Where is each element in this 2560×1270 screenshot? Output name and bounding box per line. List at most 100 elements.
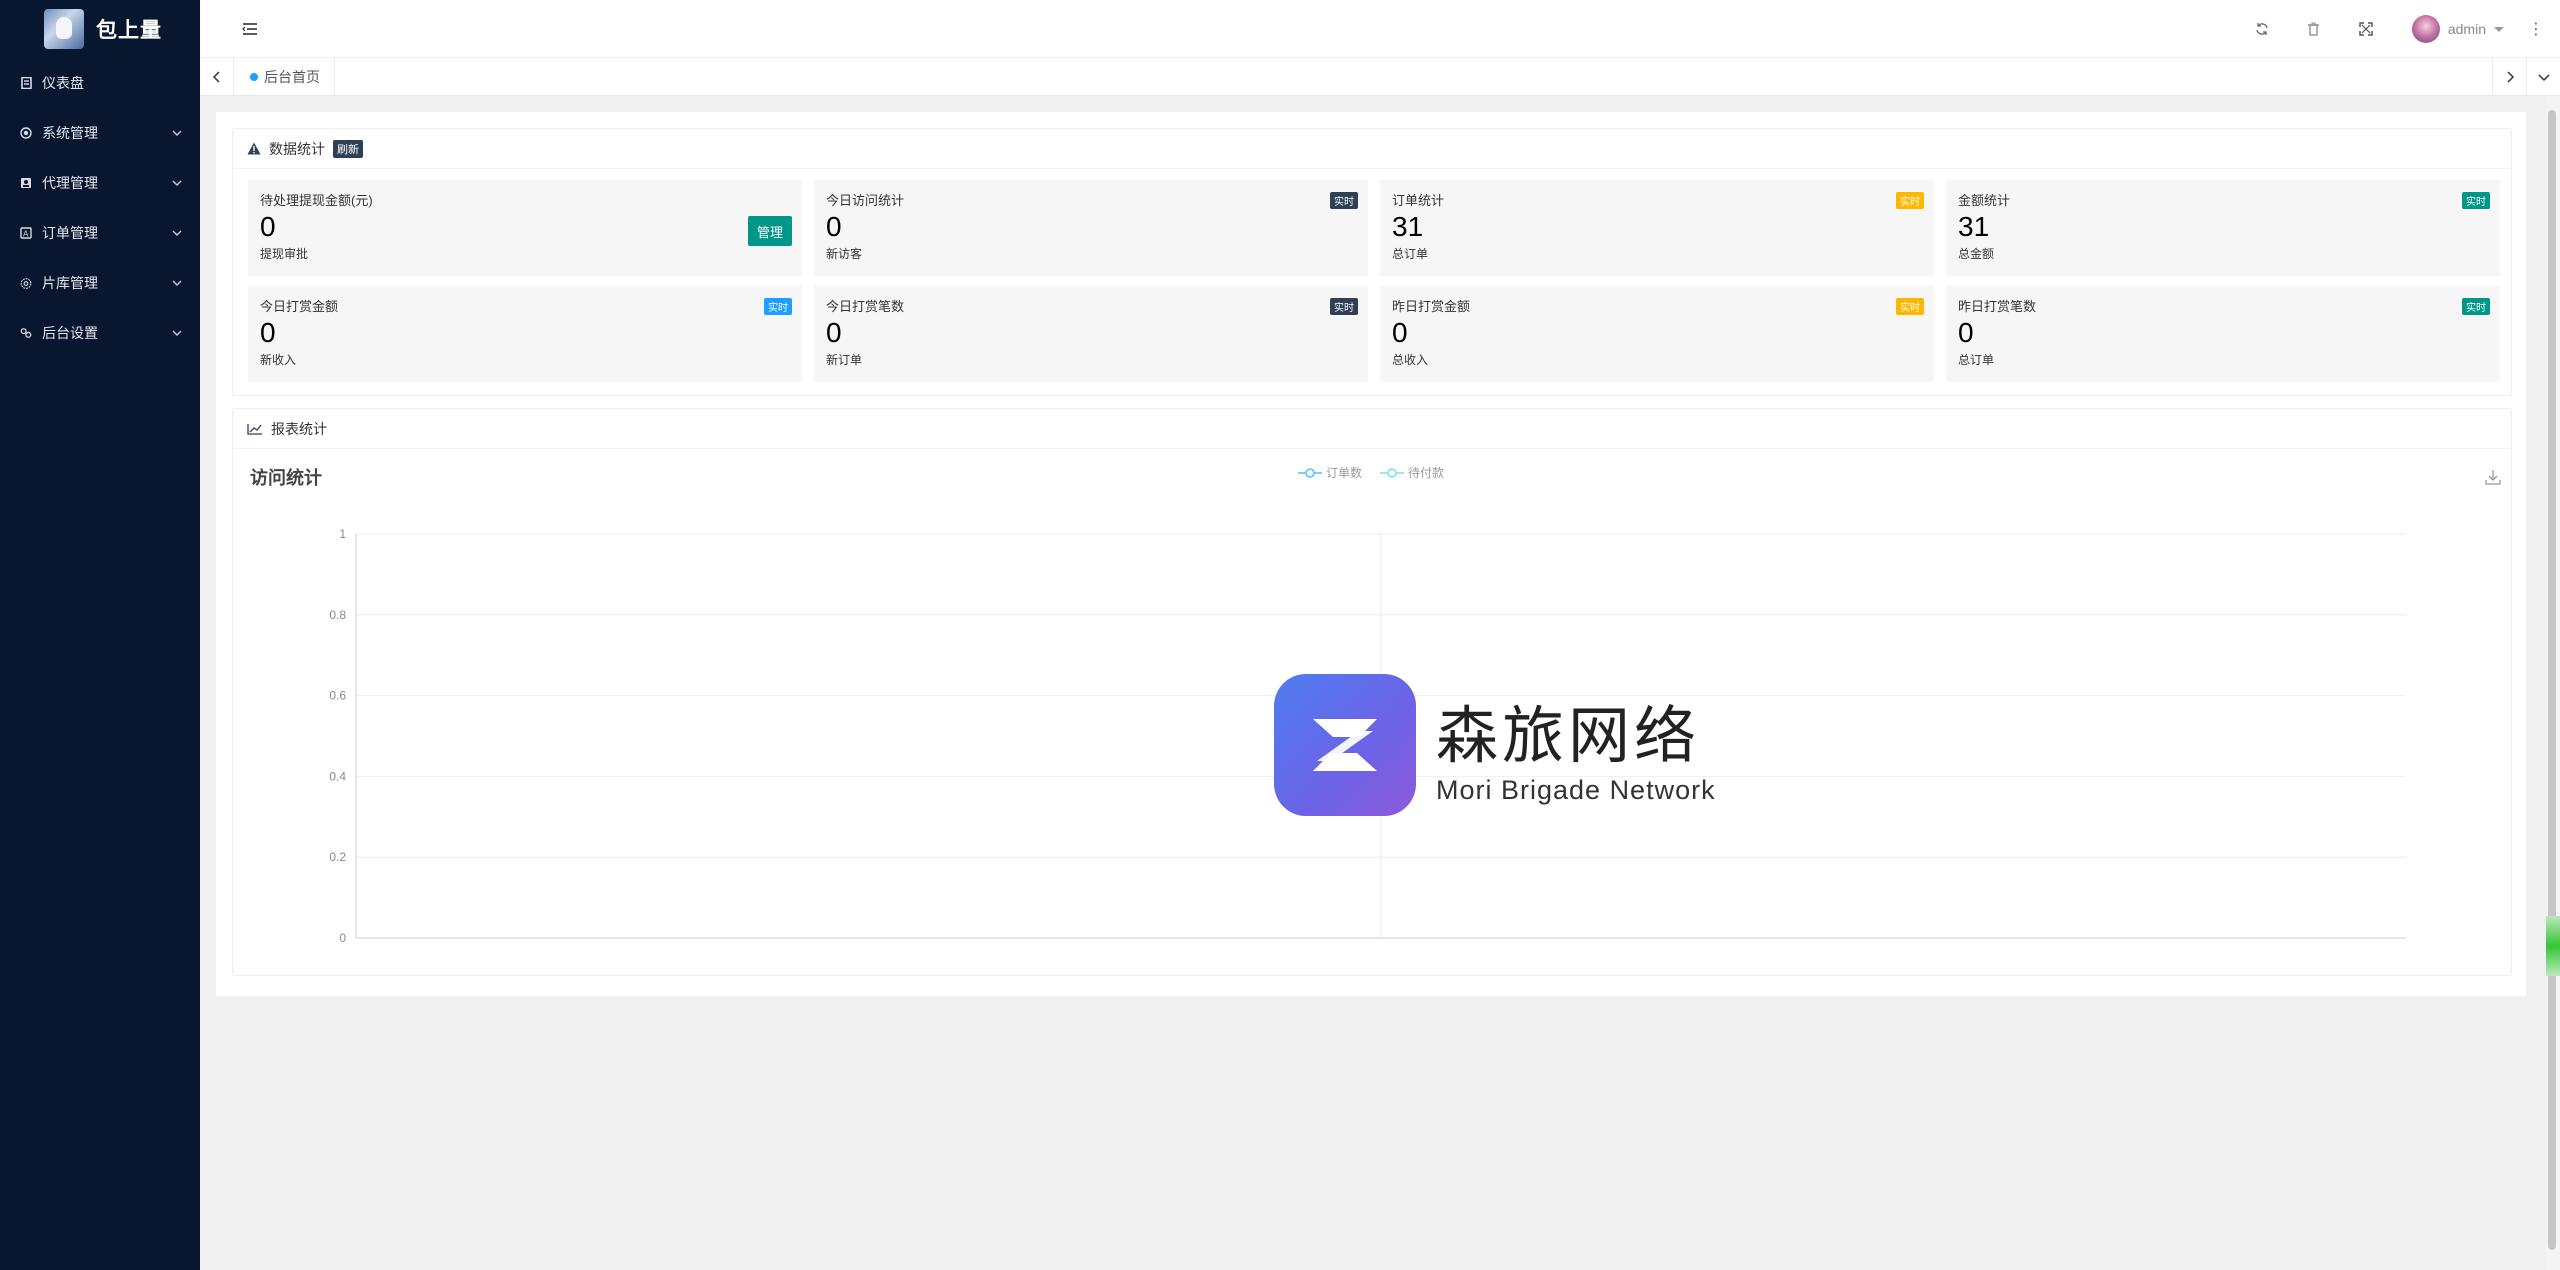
- sidebar-item-library[interactable]: 片库管理: [0, 258, 200, 308]
- scrollbar-thumb[interactable]: [2548, 110, 2556, 1250]
- realtime-badge: 实时: [764, 298, 792, 315]
- refresh-badge[interactable]: 刷新: [333, 139, 363, 158]
- sidebar-item-label: 订单管理: [42, 225, 98, 241]
- svg-text:A: A: [23, 230, 29, 239]
- sidebar-item-order[interactable]: A 订单管理: [0, 208, 200, 258]
- report-card-header: 报表统计: [233, 409, 2511, 449]
- y-tick-label: 1: [339, 527, 346, 541]
- watermark-logo-icon: [1274, 674, 1416, 816]
- report-card-title: 报表统计: [271, 420, 327, 437]
- manage-button[interactable]: 管理: [748, 216, 792, 246]
- chart-legend: 订单数 待付款: [1298, 464, 1444, 481]
- stat-value: 31: [1958, 211, 1990, 242]
- stat-sub: 新订单: [826, 353, 863, 368]
- chart-title: 访问统计: [250, 468, 322, 488]
- download-icon[interactable]: [2484, 468, 2502, 486]
- realtime-badge: 实时: [2462, 192, 2490, 209]
- stat-tile-amount: 金额统计 31 总金额 实时: [1946, 180, 2500, 276]
- trash-icon[interactable]: [2304, 19, 2324, 39]
- caret-down-icon: [2494, 26, 2504, 32]
- stat-tile-orders: 订单统计 31 总订单 实时: [1380, 180, 1934, 276]
- stat-tile-today-tip-amount: 今日打赏金额 0 新收入 实时: [248, 286, 802, 382]
- scroll-indicator: [2546, 916, 2560, 976]
- sidebar-item-label: 仪表盘: [42, 75, 84, 91]
- page-scrollbar[interactable]: [2546, 96, 2560, 1270]
- stat-tile-today-visits: 今日访问统计 0 新访客 实时: [814, 180, 1368, 276]
- chevron-down-icon: [172, 230, 182, 236]
- stat-value: 0: [260, 317, 276, 348]
- stat-title: 今日打赏金额: [260, 299, 339, 314]
- y-tick-label: 0.2: [329, 850, 346, 864]
- tab-scroll-left-icon[interactable]: [200, 58, 234, 96]
- stat-value: 0: [1958, 317, 1974, 348]
- settings-icon: [20, 127, 32, 139]
- sidebar-item-label: 代理管理: [42, 175, 98, 191]
- chevron-down-icon: [172, 280, 182, 286]
- stat-value: 31: [1392, 211, 1424, 242]
- app-title: 包上量: [96, 19, 162, 42]
- stat-sub: 提现审批: [260, 247, 309, 262]
- chevron-down-icon: [172, 180, 182, 186]
- sidebar-item-admin-settings[interactable]: 后台设置: [0, 308, 200, 358]
- dashboard-icon: [20, 77, 32, 89]
- tab-scroll-right-icon[interactable]: [2492, 58, 2526, 96]
- warning-icon: [247, 142, 261, 155]
- admin-settings-icon: [20, 327, 32, 339]
- stat-title: 昨日打赏金额: [1392, 299, 1471, 314]
- realtime-badge: 实时: [1330, 192, 1358, 209]
- realtime-badge: 实时: [1896, 192, 1924, 209]
- stat-title: 待处理提现金额(元): [260, 193, 373, 208]
- fullscreen-icon[interactable]: [2356, 19, 2376, 39]
- sidebar-item-label: 后台设置: [42, 325, 98, 341]
- watermark-en: Mori Brigade Network: [1436, 774, 1716, 805]
- sidebar-menu: 仪表盘 系统管理 代理管理 A 订单管理 片库管理 后台设置: [0, 58, 200, 358]
- sidebar-item-label: 片库管理: [42, 275, 98, 291]
- order-icon: A: [20, 227, 32, 239]
- realtime-badge: 实时: [2462, 298, 2490, 315]
- legend-label: 订单数: [1326, 466, 1363, 480]
- more-vertical-icon[interactable]: ⋮: [2528, 19, 2544, 39]
- legend-item-pending[interactable]: 待付款: [1380, 464, 1444, 481]
- sidebar-item-dashboard[interactable]: 仪表盘: [0, 58, 200, 108]
- realtime-badge: 实时: [1330, 298, 1358, 315]
- stat-sub: 总订单: [1958, 353, 1995, 368]
- library-icon: [20, 277, 32, 289]
- stat-sub: 新访客: [826, 247, 863, 262]
- header-actions: admin ⋮: [2236, 0, 2560, 58]
- stat-value: 0: [260, 211, 276, 242]
- chevron-down-icon: [172, 330, 182, 336]
- watermark: 森旅网络 Mori Brigade Network: [1274, 674, 1716, 816]
- watermark-text: 森旅网络 Mori Brigade Network: [1436, 685, 1716, 806]
- app-logo[interactable]: 包上量: [0, 0, 200, 58]
- legend-item-orders[interactable]: 订单数: [1298, 464, 1362, 481]
- stat-value: 0: [826, 317, 842, 348]
- tab-options-chevron-icon[interactable]: [2526, 58, 2560, 96]
- legend-marker-icon: [1298, 467, 1322, 478]
- sidebar-item-system[interactable]: 系统管理: [0, 108, 200, 158]
- refresh-icon[interactable]: [2252, 19, 2272, 39]
- tab-home[interactable]: 后台首页: [234, 58, 335, 96]
- stat-sub: 总订单: [1392, 247, 1429, 262]
- y-tick-label: 0.4: [329, 769, 346, 783]
- stat-title: 今日打赏笔数: [826, 299, 905, 314]
- realtime-badge: 实时: [1896, 298, 1924, 315]
- user-menu[interactable]: admin: [2411, 15, 2504, 43]
- watermark-cn: 森旅网络: [1436, 698, 1701, 772]
- y-tick-label: 0.6: [329, 689, 346, 703]
- tab-bar: 后台首页: [200, 58, 2560, 96]
- legend-marker-icon: [1380, 467, 1405, 478]
- stat-title: 金额统计: [1958, 193, 2011, 208]
- avatar: [2411, 15, 2440, 43]
- sidebar-item-label: 系统管理: [42, 125, 98, 141]
- stat-sub: 新收入: [260, 353, 297, 368]
- sidebar-item-agent[interactable]: 代理管理: [0, 158, 200, 208]
- sidebar: 包上量 仪表盘 系统管理 代理管理 A 订单管理 片库管理 后台设置: [0, 0, 200, 1270]
- top-header: admin ⋮: [200, 0, 2560, 58]
- y-tick-label: 0.8: [329, 608, 346, 622]
- user-name: admin: [2447, 21, 2486, 37]
- tab-label: 后台首页: [264, 69, 320, 85]
- menu-toggle-icon[interactable]: [242, 22, 258, 36]
- stats-card-title: 数据统计: [269, 140, 325, 157]
- stat-sub: 总收入: [1392, 353, 1429, 368]
- stat-tile-pending-withdraw: 待处理提现金额(元) 0 提现审批 管理: [248, 180, 802, 276]
